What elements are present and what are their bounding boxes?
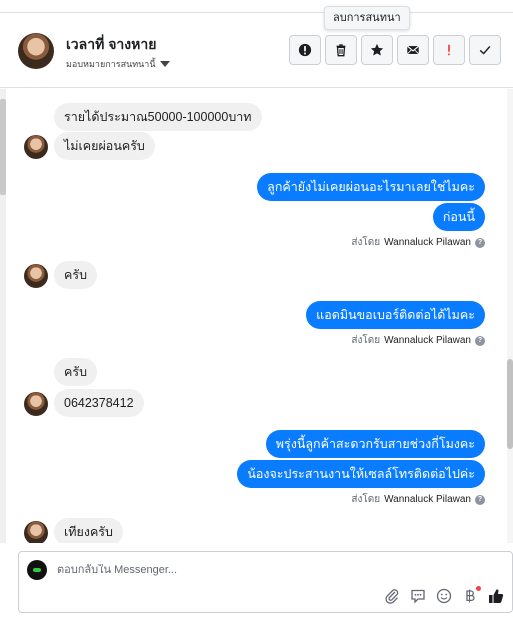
assign-conversation-dropdown[interactable]: มอบหมายการสนทนานี้ xyxy=(66,57,170,71)
incoming-message: ครับ xyxy=(54,358,98,386)
help-icon[interactable]: ? xyxy=(475,494,485,505)
sender-avatar[interactable] xyxy=(24,521,48,543)
action-toolbar xyxy=(289,35,501,65)
caret-down-icon xyxy=(159,61,170,67)
saved-replies-button[interactable] xyxy=(410,588,426,609)
star-icon xyxy=(370,43,384,56)
left-scrollbar-thumb[interactable] xyxy=(0,99,6,195)
outgoing-message: น้องจะประสานงานให้เซลล์โทรติดต่อไปค่ะ xyxy=(237,460,485,488)
sent-by-agent[interactable]: Wannaluck Pilawan xyxy=(384,335,471,346)
baht-icon xyxy=(466,589,475,603)
notification-dot xyxy=(476,586,481,591)
help-icon[interactable]: ? xyxy=(475,237,485,248)
message-thread[interactable]: รายได้ประมาณ50000-100000บาท ไม่เคยผ่อนคร… xyxy=(0,89,513,543)
payment-button[interactable] xyxy=(462,586,481,609)
sender-avatar[interactable] xyxy=(24,392,48,416)
star-button[interactable] xyxy=(361,35,393,65)
sent-by-prefix: ส่งโดย xyxy=(351,335,381,346)
emoji-button[interactable] xyxy=(436,588,452,609)
conversation-header: เวลาที่ จางหาย มอบหมายการสนทนานี้ xyxy=(0,12,513,88)
sent-by-agent[interactable]: Wannaluck Pilawan xyxy=(384,237,471,248)
composer-tools xyxy=(384,586,504,609)
spam-icon xyxy=(448,44,450,56)
outgoing-message: แอดมินขอเบอร์ติดต่อได้ไมคะ xyxy=(306,301,485,329)
like-button[interactable] xyxy=(488,588,504,609)
reply-composer xyxy=(18,551,513,613)
attach-button[interactable] xyxy=(384,588,400,609)
delete-tooltip: ลบการสนทนา xyxy=(324,6,410,30)
smiley-icon xyxy=(436,588,452,604)
incoming-message: รายได้ประมาณ50000-100000บาท xyxy=(54,103,262,131)
outgoing-message: ลูกค้ายังไม่เคยผ่อนอะไรมาเลยใช่ไมคะ xyxy=(257,173,485,201)
contact-avatar[interactable] xyxy=(18,33,54,69)
sender-avatar[interactable] xyxy=(24,135,48,159)
outgoing-message: ก่อนนี้ xyxy=(432,203,485,231)
sent-by-prefix: ส่งโดย xyxy=(351,237,381,248)
outgoing-message: พรุ่งนี้ลูกค้าสะดวกรับสายช่วงกี่โมงคะ xyxy=(265,430,485,458)
envelope-icon xyxy=(406,45,420,55)
right-scrollbar-thumb[interactable] xyxy=(507,359,513,449)
conversation-window: ลบการสนทนา เวลาที่ จางหาย มอบหมายการสนทน… xyxy=(0,0,513,617)
sent-by-label: ส่งโดย Wannaluck Pilawan ? xyxy=(351,235,485,250)
exclamation-circle-icon xyxy=(298,43,312,57)
incoming-message: ครับ xyxy=(54,261,98,289)
sent-by-prefix: ส่งโดย xyxy=(351,494,381,505)
thumbs-up-icon xyxy=(489,589,504,603)
trash-icon xyxy=(336,44,346,57)
reply-input[interactable] xyxy=(57,564,357,576)
contact-name[interactable]: เวลาที่ จางหาย xyxy=(66,34,156,56)
follow-up-button[interactable] xyxy=(289,35,321,65)
mark-unread-button[interactable] xyxy=(397,35,429,65)
incoming-message: 0642378412 xyxy=(54,389,144,417)
sender-avatar[interactable] xyxy=(24,264,48,288)
mark-done-button[interactable] xyxy=(469,35,501,65)
paperclip-icon xyxy=(385,589,399,604)
assign-label: มอบหมายการสนทนานี้ xyxy=(66,59,156,69)
right-scrollbar[interactable] xyxy=(507,89,513,543)
incoming-message: เทียงครับ xyxy=(54,518,123,543)
sent-by-label: ส่งโดย Wannaluck Pilawan ? xyxy=(351,492,485,507)
delete-button[interactable] xyxy=(325,35,357,65)
checkmark-icon xyxy=(479,46,491,55)
help-icon[interactable]: ? xyxy=(475,335,485,346)
left-scrollbar[interactable] xyxy=(0,89,6,543)
page-avatar xyxy=(27,560,47,580)
chat-bubble-icon xyxy=(411,589,425,604)
sent-by-label: ส่งโดย Wannaluck Pilawan ? xyxy=(351,333,485,348)
mark-spam-button[interactable] xyxy=(433,35,465,65)
sent-by-agent[interactable]: Wannaluck Pilawan xyxy=(384,494,471,505)
incoming-message: ไม่เคยผ่อนครับ xyxy=(54,132,155,160)
